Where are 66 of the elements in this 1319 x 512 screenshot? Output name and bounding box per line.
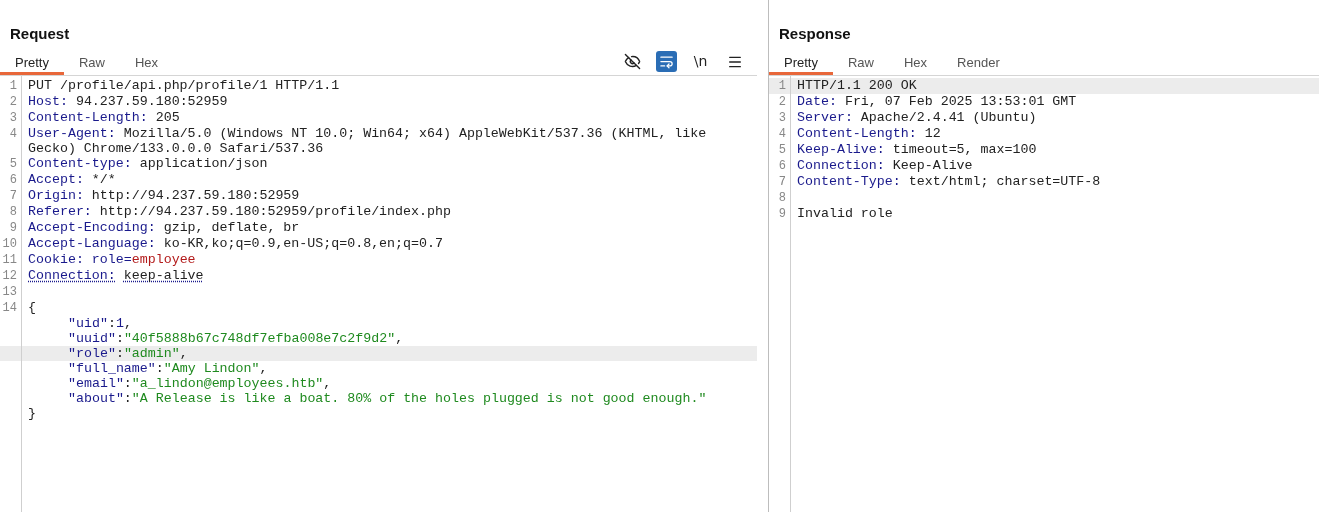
line-number: 6 — [778, 159, 786, 173]
wrap-text-icon — [659, 54, 674, 69]
code-line: Content-Length: 12 — [797, 126, 941, 141]
toolbar-toggle[interactable] — [656, 51, 677, 72]
view-tab[interactable]: Hex — [889, 53, 943, 75]
code-line: "uid":1, — [68, 316, 132, 331]
code-line: Accept-Encoding: gzip, deflate, br — [28, 220, 300, 235]
view-tab[interactable]: Pretty — [0, 53, 64, 75]
code-line: { — [28, 300, 36, 315]
code-line: Referer: http://94.237.59.180:52959/profile/index.php — [28, 204, 451, 219]
line-number: 14 — [2, 301, 17, 315]
line-number: 11 — [2, 253, 17, 267]
panel-title: Response — [779, 25, 851, 42]
eye-off-icon — [624, 53, 641, 70]
line-number: 3 — [9, 111, 17, 125]
line-number: 4 — [778, 127, 786, 141]
line-number: 7 — [778, 175, 786, 189]
code-line: Content-Type: text/html; charset=UTF-8 — [797, 174, 1101, 189]
toolbar-toggle[interactable]: \n — [690, 51, 711, 72]
line-number: 9 — [778, 207, 786, 221]
code-line: Invalid role — [797, 206, 893, 221]
line-number: 8 — [9, 205, 17, 219]
view-tab[interactable]: Hex — [120, 53, 174, 75]
line-number: 12 — [2, 269, 17, 283]
code-line: "email":"a_lindon@employees.htb", — [68, 376, 332, 391]
code-line: Host: 94.237.59.180:52959 — [28, 94, 228, 109]
code-line: "role":"admin", — [68, 346, 188, 361]
code-line: User-Agent: Mozilla/5.0 (Windows NT 10.0; Win64; x64) AppleWebKit/537.36 (KHTML, like — [28, 126, 707, 141]
line-number: 1 — [9, 79, 17, 93]
code-line: HTTP/1.1 200 OK — [797, 78, 917, 93]
view-tab[interactable]: Raw — [832, 53, 889, 75]
line-number: 7 — [9, 189, 17, 203]
line-number: 8 — [778, 191, 786, 205]
toolbar-toggle[interactable] — [622, 51, 643, 72]
code-line: Cookie: role=employee — [28, 252, 196, 267]
line-number: 6 — [9, 173, 17, 187]
line-number: 2 — [778, 95, 786, 109]
code-line: Connection: Keep-Alive — [797, 158, 973, 173]
code-line: Connection: keep-alive — [28, 268, 204, 283]
view-tab[interactable]: Render — [942, 53, 1015, 75]
line-number: 10 — [2, 237, 17, 251]
code-line: Server: Apache/2.4.41 (Ubuntu) — [797, 110, 1037, 125]
code-line: PUT /profile/api.php/profile/1 HTTP/1.1 — [28, 78, 340, 93]
code-line: Keep-Alive: timeout=5, max=100 — [797, 142, 1037, 157]
code-line: Content-type: application/json — [28, 156, 268, 171]
code-line: Date: Fri, 07 Feb 2025 13:53:01 GMT — [797, 94, 1077, 109]
code-line: Accept: */* — [28, 172, 116, 187]
line-number: 5 — [778, 143, 786, 157]
line-number: 4 — [9, 127, 17, 141]
line-number: 5 — [9, 157, 17, 171]
code-line: Content-Length: 205 — [28, 110, 180, 125]
line-number: 2 — [9, 95, 17, 109]
code-line: Accept-Language: ko-KR,ko;q=0.9,en-US;q=0.8,en;q=0.7 — [28, 236, 443, 251]
line-number: 13 — [2, 285, 17, 299]
code-line: "full_name":"Amy Lindon", — [68, 361, 268, 376]
code-line: Origin: http://94.237.59.180:52959 — [28, 188, 300, 203]
code-line: } — [28, 406, 36, 421]
line-number: 1 — [778, 79, 786, 93]
view-tab[interactable]: Raw — [63, 53, 120, 75]
code-line: "about":"A Release is like a boat. 80% of the holes plugged is not good enough." — [68, 391, 707, 406]
line-number: 9 — [9, 221, 17, 235]
panel-title: Request — [10, 25, 70, 42]
line-number: 3 — [778, 111, 786, 125]
code-line: "uuid":"40f5888b67c748df7efba008e7c2f9d2", — [68, 331, 404, 346]
code-line: Gecko) Chrome/133.0.0.0 Safari/537.36 — [28, 141, 324, 156]
view-tab[interactable]: Pretty — [769, 53, 833, 75]
